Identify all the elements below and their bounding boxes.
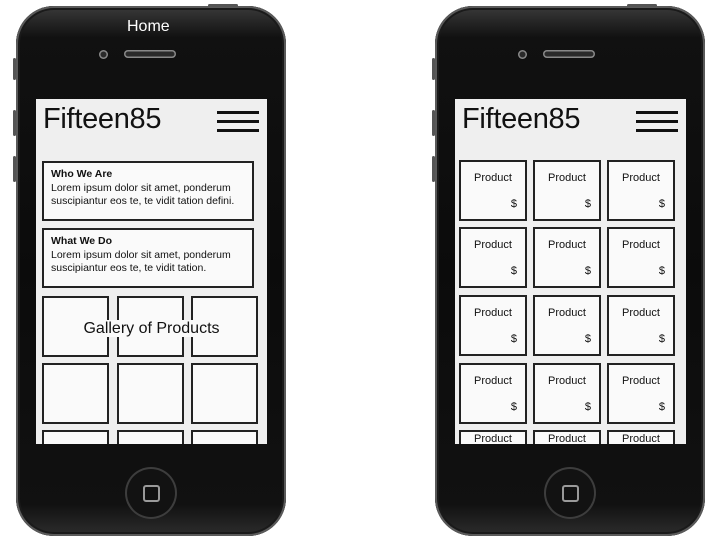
product-price: $: [658, 401, 665, 413]
power-button: [208, 4, 238, 7]
product-price: $: [510, 265, 517, 277]
gallery-label: Gallery of Products: [81, 320, 222, 337]
screen-caption: Home: [127, 18, 170, 35]
front-camera-icon: [518, 50, 527, 59]
product-price: $: [584, 265, 591, 277]
section-text: Lorem ipsum dolor sit amet, ponderum sus…: [51, 248, 231, 275]
product-card[interactable]: Product $: [459, 227, 527, 288]
product-name: Product: [622, 172, 660, 184]
product-card[interactable]: Product $: [607, 227, 675, 288]
product-price: $: [584, 333, 591, 345]
product-card[interactable]: Product $: [459, 363, 527, 424]
product-name: Product: [622, 375, 660, 387]
phone-mockup-products: Fifteen85 Product $ Product $ Product $ Produc…: [432, 4, 705, 536]
product-name: Product: [622, 239, 660, 251]
power-button: [627, 4, 657, 7]
product-name: Product: [548, 172, 586, 184]
gallery-tile[interactable]: [191, 430, 258, 444]
phone-mockup-home: Fifteen85 Who We Are Lorem ipsum dolor s…: [13, 4, 286, 536]
product-price: $: [584, 198, 591, 210]
front-camera-icon: [99, 50, 108, 59]
product-price: $: [584, 401, 591, 413]
product-card[interactable]: Product $: [607, 160, 675, 221]
hamburger-menu-icon[interactable]: [217, 111, 259, 133]
product-card[interactable]: Product $: [607, 295, 675, 356]
gallery-tile[interactable]: [117, 363, 184, 424]
gallery-tile[interactable]: [191, 363, 258, 424]
gallery-tile[interactable]: [42, 363, 109, 424]
product-name: Product: [474, 307, 512, 319]
who-we-are-card: Who We Are Lorem ipsum dolor sit amet, p…: [42, 161, 254, 221]
product-name: Product: [622, 433, 660, 444]
product-price: $: [658, 265, 665, 277]
product-name: Product: [548, 307, 586, 319]
home-button: [544, 467, 596, 519]
volume-up-button: [13, 110, 16, 136]
home-square-icon: [143, 485, 160, 502]
product-card[interactable]: Product $: [607, 363, 675, 424]
product-price: $: [510, 333, 517, 345]
product-name: Product: [622, 307, 660, 319]
hamburger-menu-icon[interactable]: [636, 111, 678, 133]
home-button: [125, 467, 177, 519]
gallery-tile[interactable]: [42, 430, 109, 444]
home-screen: Fifteen85 Who We Are Lorem ipsum dolor s…: [36, 99, 267, 444]
what-we-do-card: What We Do Lorem ipsum dolor sit amet, p…: [42, 228, 254, 288]
product-card[interactable]: Product $: [533, 227, 601, 288]
home-square-icon: [562, 485, 579, 502]
product-card[interactable]: Product $: [459, 160, 527, 221]
volume-up-button: [432, 110, 435, 136]
products-screen: Fifteen85 Product $ Product $ Product $ Produc…: [455, 99, 686, 444]
product-card[interactable]: Product $: [533, 295, 601, 356]
gallery-tile[interactable]: [117, 430, 184, 444]
product-card[interactable]: Product $: [459, 295, 527, 356]
product-name: Product: [548, 239, 586, 251]
product-name: Product: [548, 433, 586, 444]
section-title: Who We Are: [51, 168, 113, 180]
earpiece-speaker: [124, 50, 176, 58]
product-price: $: [658, 333, 665, 345]
product-name: Product: [474, 375, 512, 387]
product-name: Product: [474, 239, 512, 251]
brand-logo[interactable]: Fifteen85: [43, 103, 162, 136]
product-name: Product: [474, 172, 512, 184]
product-price: $: [510, 401, 517, 413]
mute-switch: [13, 58, 16, 80]
product-card[interactable]: Product: [607, 430, 675, 444]
brand-logo[interactable]: Fifteen85: [462, 103, 581, 136]
product-card[interactable]: Product: [533, 430, 601, 444]
product-price: $: [510, 198, 517, 210]
volume-down-button: [13, 156, 16, 182]
earpiece-speaker: [543, 50, 595, 58]
product-name: Product: [474, 433, 512, 444]
product-card[interactable]: Product $: [533, 160, 601, 221]
mute-switch: [432, 58, 435, 80]
section-text: Lorem ipsum dolor sit amet, ponderum sus…: [51, 181, 235, 208]
product-card[interactable]: Product $: [533, 363, 601, 424]
product-name: Product: [548, 375, 586, 387]
section-title: What We Do: [51, 235, 113, 247]
product-price: $: [658, 198, 665, 210]
volume-down-button: [432, 156, 435, 182]
product-card[interactable]: Product: [459, 430, 527, 444]
